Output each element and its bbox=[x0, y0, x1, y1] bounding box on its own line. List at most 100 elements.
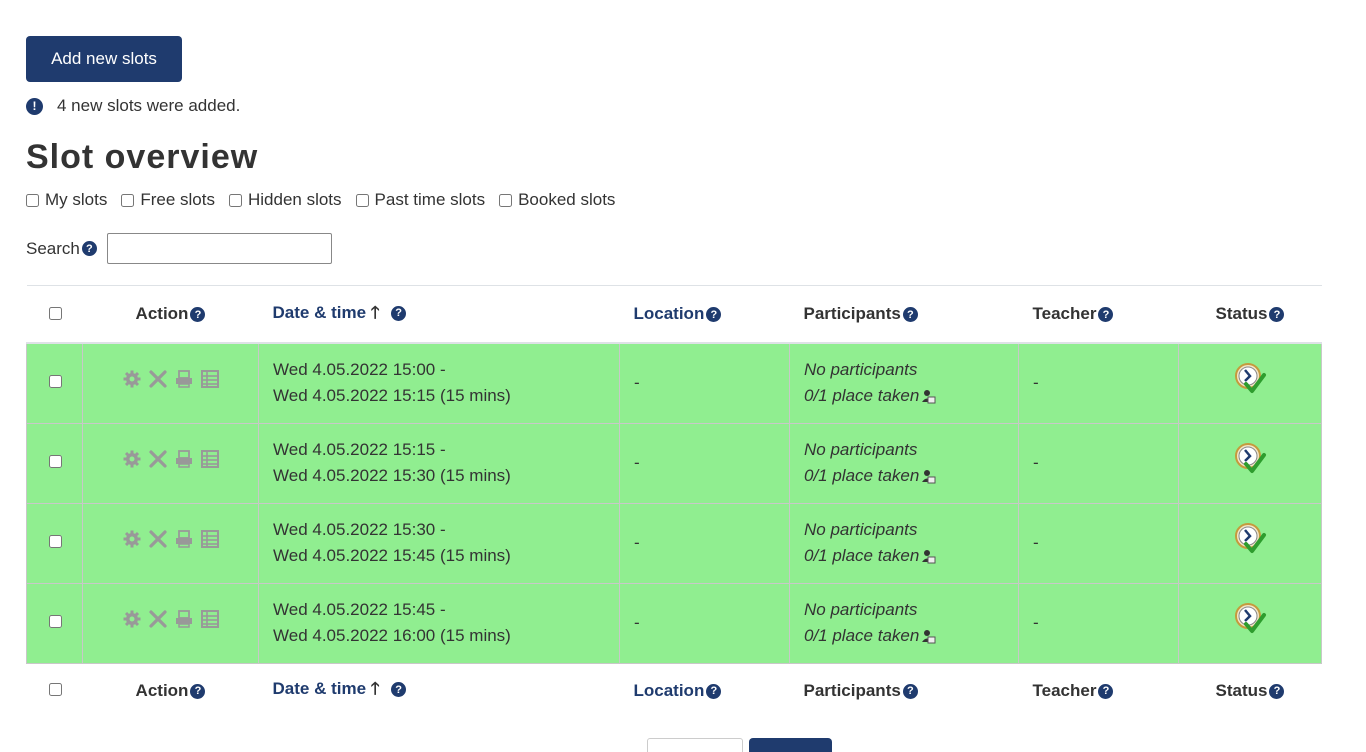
row-location: - bbox=[619, 502, 790, 584]
person-place-icon[interactable] bbox=[920, 548, 936, 564]
slot-start: Wed 4.05.2022 15:30 - bbox=[273, 520, 446, 539]
slot-places: 0/1 place taken bbox=[804, 463, 1018, 489]
row-select-checkbox[interactable] bbox=[48, 615, 62, 628]
filter-past-time-slots-checkbox[interactable] bbox=[355, 193, 369, 207]
slot-participants: No participants bbox=[804, 600, 918, 619]
row-actions bbox=[82, 422, 259, 504]
header-teacher-label: Teacher bbox=[1032, 680, 1097, 700]
delete-icon[interactable] bbox=[148, 449, 168, 469]
filter-free-slots-checkbox[interactable] bbox=[121, 193, 135, 207]
add-new-slots-button[interactable]: Add new slots bbox=[26, 36, 182, 82]
page-submit-button[interactable] bbox=[749, 738, 832, 752]
help-icon[interactable]: ? bbox=[902, 683, 918, 699]
filter-booked-slots[interactable]: Booked slots bbox=[499, 190, 615, 210]
row-select-checkbox[interactable] bbox=[48, 535, 62, 548]
row-location: - bbox=[619, 582, 790, 664]
clock-check-icon bbox=[1235, 603, 1266, 633]
header-teacher: Teacher? bbox=[1018, 285, 1179, 344]
print-icon[interactable] bbox=[174, 609, 194, 629]
help-icon[interactable]: ? bbox=[1269, 683, 1285, 699]
help-icon[interactable]: ? bbox=[1098, 683, 1114, 699]
help-icon[interactable]: ? bbox=[1269, 307, 1285, 323]
help-icon[interactable]: ? bbox=[190, 683, 206, 699]
header-action-label: Action bbox=[135, 680, 189, 700]
header-status: Status? bbox=[1178, 285, 1322, 344]
filter-my-slots[interactable]: My slots bbox=[26, 190, 107, 210]
row-teacher: - bbox=[1018, 422, 1179, 504]
slot-places-text: 0/1 place taken bbox=[804, 466, 920, 485]
header-action: Action? bbox=[82, 285, 259, 344]
help-icon[interactable]: ? bbox=[391, 305, 407, 321]
print-icon[interactable] bbox=[174, 449, 194, 469]
sort-datetime-link[interactable]: Date & time bbox=[273, 679, 367, 698]
help-icon[interactable]: ? bbox=[190, 307, 206, 323]
filter-free-slots[interactable]: Free slots bbox=[121, 190, 215, 210]
print-icon[interactable] bbox=[174, 369, 194, 389]
row-select-checkbox[interactable] bbox=[48, 375, 62, 389]
grid-icon[interactable] bbox=[200, 609, 220, 629]
header-datetime[interactable]: Date & time 🡑 ? bbox=[258, 285, 620, 344]
table-row: Wed 4.05.2022 15:45 - Wed 4.05.2022 16:0… bbox=[26, 582, 1322, 664]
slot-teacher: - bbox=[1033, 373, 1039, 393]
delete-icon[interactable] bbox=[148, 529, 168, 549]
slot-end: Wed 4.05.2022 16:00 (15 mins) bbox=[273, 626, 511, 645]
person-place-icon[interactable] bbox=[920, 628, 936, 644]
print-icon[interactable] bbox=[174, 529, 194, 549]
gear-icon[interactable] bbox=[122, 449, 142, 469]
slot-participants: No participants bbox=[804, 520, 918, 539]
clock-check-icon bbox=[1235, 523, 1266, 553]
help-icon[interactable]: ? bbox=[902, 307, 918, 323]
slot-teacher: - bbox=[1033, 453, 1039, 472]
select-all-checkbox[interactable] bbox=[48, 683, 62, 696]
gear-icon[interactable] bbox=[122, 609, 142, 629]
person-place-icon[interactable] bbox=[920, 388, 936, 404]
row-actions bbox=[82, 342, 259, 424]
help-icon[interactable]: ? bbox=[706, 307, 722, 323]
filter-hidden-slots[interactable]: Hidden slots bbox=[228, 190, 342, 210]
sort-arrow-icon[interactable]: 🡑 bbox=[371, 679, 380, 698]
search-bar: Search? bbox=[26, 233, 332, 264]
grid-icon[interactable] bbox=[200, 369, 220, 389]
page-title: Slot overview bbox=[26, 138, 259, 176]
row-status bbox=[1178, 342, 1322, 424]
sort-location-link[interactable]: Location bbox=[634, 304, 705, 323]
filter-label: My slots bbox=[45, 190, 108, 209]
grid-icon[interactable] bbox=[200, 449, 220, 469]
filter-hidden-slots-checkbox[interactable] bbox=[228, 193, 242, 207]
page-select[interactable] bbox=[647, 738, 743, 752]
filter-my-slots-checkbox[interactable] bbox=[26, 193, 39, 207]
help-icon[interactable]: ? bbox=[706, 683, 722, 699]
sort-location-link[interactable]: Location bbox=[634, 681, 705, 700]
delete-icon[interactable] bbox=[148, 609, 168, 629]
row-status bbox=[1178, 422, 1322, 504]
gear-icon[interactable] bbox=[122, 529, 142, 549]
select-all-checkbox[interactable] bbox=[48, 306, 62, 320]
slot-places: 0/1 place taken bbox=[804, 543, 1018, 569]
slot-participants: No participants bbox=[804, 440, 918, 459]
person-place-icon[interactable] bbox=[920, 468, 936, 484]
grid-icon[interactable] bbox=[200, 529, 220, 549]
delete-icon[interactable] bbox=[148, 369, 168, 389]
clock-check-icon bbox=[1235, 443, 1266, 473]
search-input[interactable] bbox=[106, 233, 332, 264]
sort-datetime-link[interactable]: Date & time bbox=[273, 303, 367, 322]
help-icon[interactable]: ? bbox=[1098, 307, 1114, 323]
filter-past-time-slots[interactable]: Past time slots bbox=[355, 190, 485, 210]
slot-teacher: - bbox=[1033, 533, 1039, 552]
sort-arrow-icon[interactable]: 🡑 bbox=[371, 303, 380, 322]
filter-booked-slots-checkbox[interactable] bbox=[499, 193, 513, 207]
slot-location: - bbox=[634, 453, 640, 472]
row-select-checkbox[interactable] bbox=[48, 455, 62, 468]
row-participants: No participants 0/1 place taken bbox=[789, 502, 1019, 584]
slot-location: - bbox=[634, 373, 640, 393]
slot-places: 0/1 place taken bbox=[804, 623, 1018, 649]
footer-datetime[interactable]: Date & time 🡑 ? bbox=[258, 662, 620, 718]
gear-icon[interactable] bbox=[122, 369, 142, 389]
footer-participants: Participants? bbox=[789, 662, 1019, 718]
help-icon[interactable]: ? bbox=[81, 241, 97, 256]
slot-location: - bbox=[634, 613, 640, 632]
help-icon[interactable]: ? bbox=[391, 682, 407, 698]
header-location[interactable]: Location? bbox=[619, 285, 790, 344]
notice-message: 4 new slots were added. bbox=[57, 96, 241, 115]
footer-location[interactable]: Location? bbox=[619, 662, 790, 718]
